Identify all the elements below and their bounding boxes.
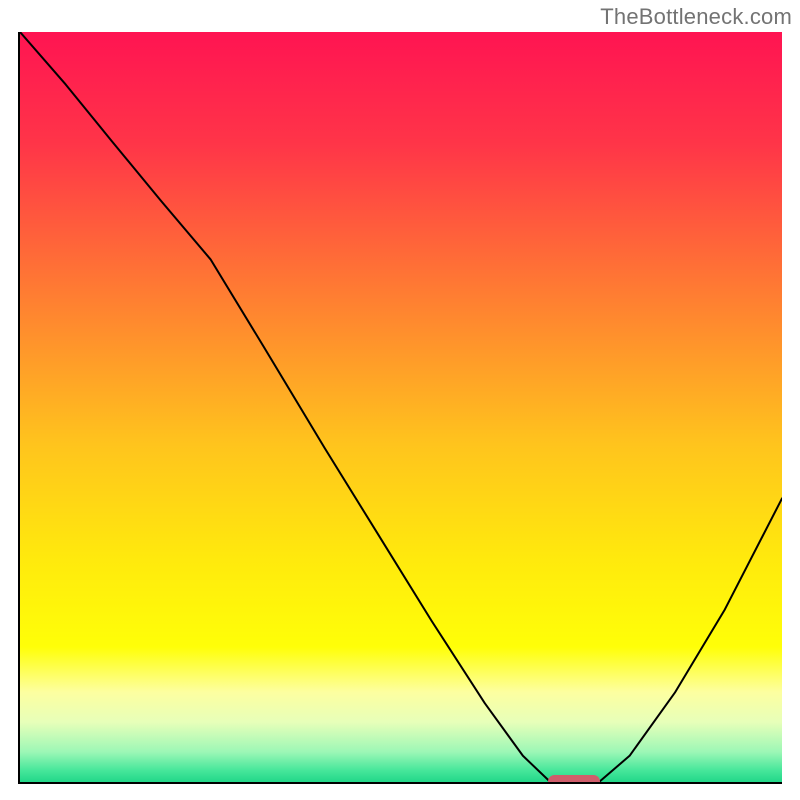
watermark-text: TheBottleneck.com bbox=[600, 4, 792, 30]
optimum-marker bbox=[548, 775, 600, 784]
chart-container: TheBottleneck.com bbox=[0, 0, 800, 800]
bottleneck-curve bbox=[20, 32, 782, 782]
plot-area bbox=[18, 32, 782, 784]
